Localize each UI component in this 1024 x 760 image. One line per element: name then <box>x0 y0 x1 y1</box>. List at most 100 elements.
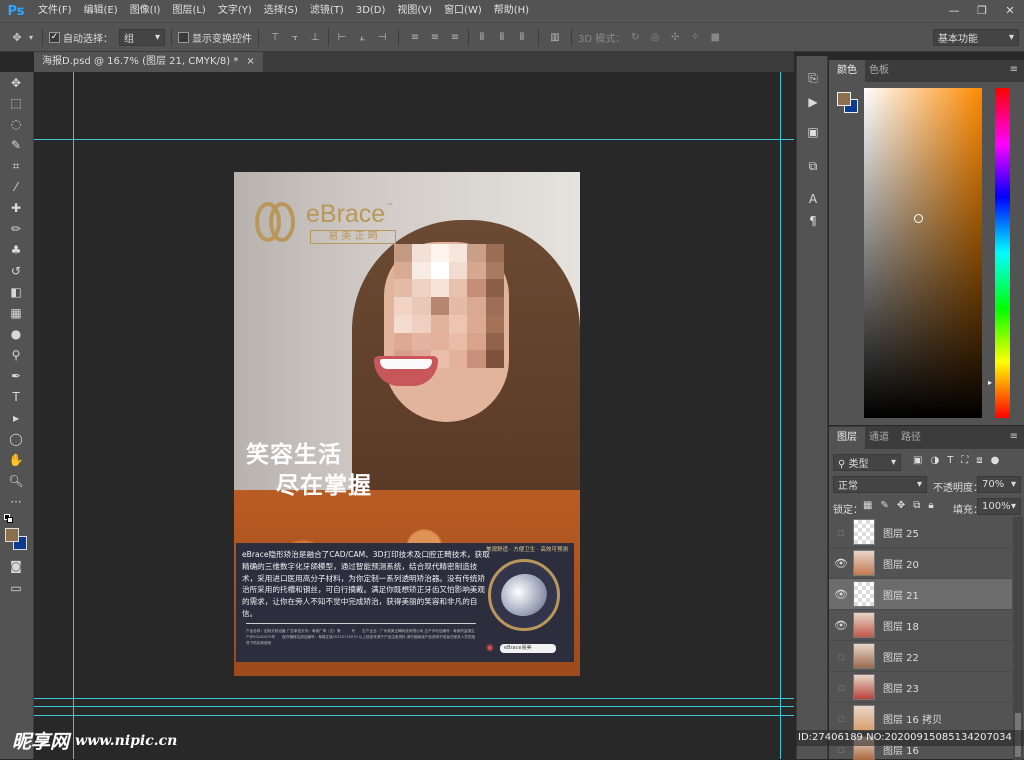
lock-artboard-icon[interactable]: ⧉ <box>913 500 920 511</box>
menu-item[interactable]: 滤镜(T) <box>304 0 350 22</box>
properties-panel-icon[interactable]: ▣ <box>801 122 825 142</box>
close-tab-icon[interactable]: × <box>246 52 254 72</box>
default-colors-icon[interactable] <box>4 514 14 524</box>
menu-item[interactable]: 文件(F) <box>32 0 78 22</box>
distribute-hcenter-icon[interactable]: ⦀ <box>494 29 510 45</box>
path-select-tool-icon[interactable]: ▸ <box>3 408 29 428</box>
auto-align-icon[interactable]: ▥ <box>547 29 563 45</box>
menu-item[interactable]: 编辑(E) <box>78 0 124 22</box>
3d-roll-icon[interactable]: ◎ <box>647 29 663 45</box>
layer-row[interactable]: 👁︎ 图层 21 <box>829 579 1012 610</box>
auto-select-checkbox[interactable]: ✓ <box>49 31 60 43</box>
align-hcenter-icon[interactable]: ⫠ <box>354 29 370 45</box>
tab-swatches[interactable]: 色板 <box>861 60 897 82</box>
filter-adjustment-icon[interactable]: ◑ <box>930 455 939 466</box>
eraser-tool-icon[interactable]: ◧ <box>3 282 29 302</box>
ellipse-tool-icon[interactable]: ◯ <box>3 429 29 449</box>
history-brush-tool-icon[interactable]: ↺ <box>3 261 29 281</box>
filter-pixel-icon[interactable]: ▣ <box>913 455 922 466</box>
filter-toggle-icon[interactable]: ● <box>991 455 1000 466</box>
align-right-icon[interactable]: ⊣ <box>374 29 390 45</box>
more-tools-icon[interactable]: ··· <box>3 492 29 512</box>
tab-color[interactable]: 颜色 <box>829 60 865 82</box>
menu-item[interactable]: 帮助(H) <box>488 0 535 22</box>
marquee-tool-icon[interactable]: ⬚ <box>3 93 29 113</box>
foreground-color-swatch[interactable] <box>837 92 851 106</box>
healing-brush-tool-icon[interactable]: ✚ <box>3 198 29 218</box>
panel-menu-icon[interactable]: ≡ <box>1010 64 1018 75</box>
3d-drag-icon[interactable]: ✣ <box>667 29 683 45</box>
tab-layers[interactable]: 图层 <box>829 427 865 449</box>
menu-item[interactable]: 图层(L) <box>166 0 211 22</box>
layer-row[interactable]: ▫ 图层 25 <box>829 517 1012 548</box>
3d-camera-icon[interactable]: ■ <box>707 29 723 45</box>
menu-item[interactable]: 选择(S) <box>258 0 304 22</box>
workspace-dropdown[interactable]: 基本功能 ▾ <box>933 29 1019 46</box>
color-field[interactable] <box>864 88 982 418</box>
3d-rotate-icon[interactable]: ↻ <box>627 29 643 45</box>
close-window-button[interactable]: ✕ <box>996 0 1024 20</box>
actions-play-icon[interactable]: ▶ <box>801 92 825 112</box>
pen-tool-icon[interactable]: ✒ <box>3 366 29 386</box>
lasso-tool-icon[interactable]: ◌ <box>3 114 29 134</box>
align-bottom-icon[interactable]: ⊥ <box>307 29 323 45</box>
crop-tool-icon[interactable]: ⌗ <box>3 156 29 176</box>
chevron-down-icon[interactable]: ▾ <box>26 28 36 46</box>
eye-icon[interactable]: 👁︎ <box>829 619 853 632</box>
hue-slider-handle[interactable]: ▸ <box>988 378 992 387</box>
distribute-bottom-icon[interactable]: ≡ <box>447 29 463 45</box>
eye-icon[interactable]: 👁︎ <box>829 557 853 570</box>
align-top-icon[interactable]: ⊤ <box>267 29 283 45</box>
visibility-toggle[interactable]: ▫ <box>829 650 853 663</box>
tab-channels[interactable]: 通道 <box>861 427 897 449</box>
tab-paths[interactable]: 路径 <box>893 427 929 449</box>
clone-stamp-tool-icon[interactable]: ♣ <box>3 240 29 260</box>
hand-tool-icon[interactable]: ✋ <box>3 450 29 470</box>
show-transform-checkbox[interactable] <box>178 31 189 43</box>
visibility-toggle[interactable]: ▫ <box>829 712 853 725</box>
blend-mode-dropdown[interactable]: 正常 ▾ <box>833 476 927 493</box>
distribute-vcenter-icon[interactable]: ≡ <box>427 29 443 45</box>
menu-item[interactable]: 图像(I) <box>124 0 167 22</box>
dodge-tool-icon[interactable]: ⚲ <box>3 345 29 365</box>
layer-row[interactable]: ▫ 图层 22 <box>829 641 1012 672</box>
visibility-toggle[interactable]: ▫ <box>829 526 853 539</box>
character-panel-icon[interactable]: A <box>801 189 825 209</box>
distribute-left-icon[interactable]: ⦀ <box>474 29 490 45</box>
restore-button[interactable]: ❐ <box>968 0 996 20</box>
lock-pixels-icon[interactable]: ✎ <box>880 500 888 511</box>
filter-type-icon[interactable]: T <box>947 455 953 466</box>
type-tool-icon[interactable]: T <box>3 387 29 407</box>
menu-item[interactable]: 窗口(W) <box>438 0 488 22</box>
distribute-top-icon[interactable]: ≡ <box>407 29 423 45</box>
layers-scrollbar[interactable] <box>1013 517 1023 760</box>
poster-artboard[interactable]: eBrace ™ 易 美 正 畸 笑容生活 尽在掌握 eBrace隐形矫治是融合… <box>234 172 580 676</box>
gradient-tool-icon[interactable]: ▦ <box>3 303 29 323</box>
quick-mask-icon[interactable]: ◙ <box>3 556 29 576</box>
zoom-tool-icon[interactable]: 🔍︎ <box>3 471 29 491</box>
layer-row[interactable]: ▫ 图层 23 <box>829 672 1012 703</box>
hue-slider[interactable] <box>995 88 1010 418</box>
align-left-icon[interactable]: ⊢ <box>334 29 350 45</box>
auto-select-dropdown[interactable]: 组 ▾ <box>119 28 165 46</box>
document-tab[interactable]: 海报D.psd @ 16.7% (图层 21, CMYK/8) * × <box>34 52 263 72</box>
menu-item[interactable]: 文字(Y) <box>212 0 258 22</box>
minimize-button[interactable]: — <box>940 0 968 20</box>
eyedropper-tool-icon[interactable]: ⁄ <box>3 177 29 197</box>
layer-row[interactable]: 👁︎ 图层 18 <box>829 610 1012 641</box>
layer-filter-dropdown[interactable]: ⚲ 类型 ▾ <box>833 454 901 471</box>
blur-tool-icon[interactable]: ● <box>3 324 29 344</box>
history-panel-icon[interactable]: ⎘ <box>801 68 825 88</box>
panel-menu-icon[interactable]: ≡ <box>1010 431 1018 442</box>
menu-item[interactable]: 视图(V) <box>391 0 438 22</box>
move-tool-icon[interactable]: ✥ <box>8 28 26 46</box>
lock-transparent-icon[interactable]: ▦ <box>863 500 872 511</box>
eye-icon[interactable]: 👁︎ <box>829 588 853 601</box>
align-vcenter-icon[interactable]: ⫟ <box>287 29 303 45</box>
lock-all-icon[interactable]: 🔒︎ <box>928 500 933 511</box>
paragraph-panel-icon[interactable]: ¶ <box>801 211 825 231</box>
brush-tool-icon[interactable]: ✏ <box>3 219 29 239</box>
fill-input[interactable]: 100% ▾ <box>977 498 1021 515</box>
filter-shape-icon[interactable]: ⛶ <box>961 455 968 466</box>
canvas-area[interactable]: eBrace ™ 易 美 正 畸 笑容生活 尽在掌握 eBrace隐形矫治是融合… <box>34 72 794 759</box>
